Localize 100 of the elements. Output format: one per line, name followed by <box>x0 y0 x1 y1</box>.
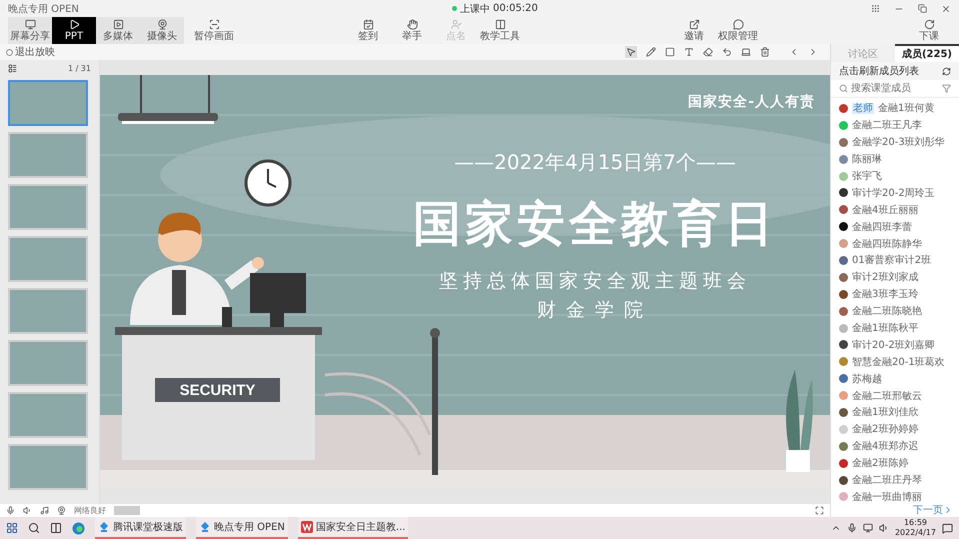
member-name[interactable]: 金融四班李蕾 <box>852 220 912 234</box>
toolbar-tab[interactable]: 摄像头 <box>140 17 184 44</box>
speech-bubble-icon <box>732 19 744 30</box>
slide-title: 国家安全教育日 <box>413 195 777 254</box>
close-icon[interactable] <box>941 4 951 14</box>
document-icon <box>300 521 313 533</box>
toolbar-tab[interactable]: 多媒体 <box>96 17 140 44</box>
member-name[interactable]: 金融二班庄丹琴 <box>852 473 922 488</box>
member-name[interactable]: 金融1班何黄 <box>878 101 934 116</box>
pen-tool-icon[interactable] <box>646 47 656 57</box>
toolbar-tab[interactable]: PPT <box>52 17 96 44</box>
undo-icon[interactable] <box>722 47 732 57</box>
music-icon[interactable] <box>40 506 49 515</box>
member-name[interactable]: 金融4班丘丽丽 <box>852 202 918 217</box>
slide-thumbnail[interactable] <box>8 288 88 334</box>
filter-icon[interactable] <box>942 84 951 93</box>
play-icon <box>112 19 124 30</box>
slide-thumbnail[interactable] <box>8 340 88 386</box>
member-name[interactable]: 金融二班陈晓艳 <box>852 304 922 318</box>
toolbar-button[interactable]: 教学工具 <box>478 17 522 44</box>
rectangle-tool-icon[interactable] <box>665 47 675 57</box>
user-check-icon <box>450 19 462 30</box>
task-view-icon[interactable] <box>50 522 62 534</box>
member-name[interactable]: 苏梅越 <box>852 372 882 386</box>
slide-thumbnail[interactable] <box>8 132 88 178</box>
share-icon <box>688 19 700 30</box>
member-name[interactable]: 金融1班陈秋平 <box>852 321 918 336</box>
slide-thumbnail[interactable] <box>8 80 88 126</box>
member-name[interactable]: 审计学20-2周玲玉 <box>852 186 935 200</box>
pause-button[interactable]: 暂停画面 <box>192 17 236 44</box>
class-status: 上课中 <box>460 2 490 16</box>
member-name[interactable]: 金融学20-3班刘彤华 <box>852 135 945 150</box>
member-name[interactable]: 金融3班李玉玲 <box>852 287 918 302</box>
member-name[interactable]: 陈丽琳 <box>852 152 882 166</box>
trash-icon[interactable] <box>760 47 770 57</box>
member-name[interactable]: 金融2班孙婷婷 <box>852 422 918 436</box>
frame-icon <box>208 19 220 30</box>
taskbar-clock[interactable]: 16:59 2022/4/17 <box>894 518 936 538</box>
taskbar-app[interactable]: 国家安全日主题教... <box>298 517 408 539</box>
refresh-hint: 点击刷新成员列表 <box>839 64 919 78</box>
taskbar-app[interactable]: 晚点专用 OPEN <box>196 517 288 539</box>
class-timer: 00:05:20 <box>492 3 538 14</box>
toolbar-tab[interactable]: 屏幕分享 <box>8 17 52 44</box>
slide-thumbnail[interactable] <box>8 444 88 490</box>
webcam-icon[interactable] <box>57 506 66 515</box>
slide-subtitle: 坚持总体国家安全观主题班会 <box>439 269 751 294</box>
circle-icon <box>6 48 13 56</box>
text-tool-icon[interactable] <box>684 47 694 57</box>
network-meter <box>114 506 140 515</box>
member-name[interactable]: 审计2班刘家成 <box>852 270 918 284</box>
speaker-icon[interactable] <box>878 523 889 533</box>
member-name[interactable]: 金融一班曲博丽 <box>852 490 922 503</box>
member-name[interactable]: 金融四班陈静华 <box>852 236 922 251</box>
toolbar-button[interactable]: 签到 <box>346 17 390 44</box>
member-name[interactable]: 金融二班邢敏云 <box>852 388 922 403</box>
microphone-icon[interactable] <box>6 506 15 515</box>
laptop-icon[interactable] <box>741 47 751 57</box>
network-status: 网络良好 <box>74 505 106 516</box>
eraser-tool-icon[interactable] <box>703 47 713 57</box>
slide-counter: 1 / 31 <box>68 64 91 72</box>
speaker-icon[interactable] <box>23 506 32 515</box>
member-name[interactable]: 金融4班郑亦迟 <box>852 439 918 454</box>
toolbar-button[interactable]: 权限管理 <box>716 17 760 44</box>
list-icon[interactable] <box>8 64 17 72</box>
browser-icon[interactable] <box>72 522 85 534</box>
grid-icon[interactable] <box>871 4 880 13</box>
member-name[interactable]: 01審普察审计2班 <box>852 253 932 268</box>
toolbar-button[interactable]: 邀请 <box>672 17 716 44</box>
exit-slideshow-button[interactable]: 退出放映 <box>6 45 55 59</box>
webcam-icon <box>156 19 168 30</box>
search-icon <box>839 84 848 93</box>
slide-thumbnail[interactable] <box>8 236 88 282</box>
pointer-tool-icon[interactable] <box>625 46 637 58</box>
microphone-icon[interactable] <box>846 523 857 533</box>
member-name[interactable]: 金融1班刘佳欣 <box>852 405 918 420</box>
member-name[interactable]: 金融二班王凡李 <box>852 118 922 132</box>
end-class-button[interactable]: 下课 <box>907 17 951 44</box>
member-name[interactable]: 金融2班陈婷 <box>852 456 908 470</box>
windows-start-icon[interactable] <box>6 522 18 534</box>
taskbar-app[interactable]: 腾讯课堂极速版 <box>95 517 186 539</box>
slide-date: ——2022年4月15日第7个—— <box>454 149 736 176</box>
member-name[interactable]: 张宇飞 <box>852 169 882 183</box>
next-page-link[interactable]: 下一页 <box>913 503 953 517</box>
restore-icon[interactable] <box>918 4 927 13</box>
refresh-icon[interactable] <box>942 66 951 76</box>
member-search-field[interactable]: 搜索课堂成员 <box>851 83 939 94</box>
slide-organizer: 财金学院 <box>537 298 653 323</box>
member-name[interactable]: 审计20-2班刘嘉卿 <box>852 338 935 352</box>
notification-icon[interactable] <box>942 522 953 534</box>
member-name[interactable]: 智慧金融20-1班葛欢 <box>852 354 945 369</box>
window-title: 晚点专用 OPEN <box>8 2 79 16</box>
slide-thumbnail[interactable] <box>8 184 88 230</box>
search-icon[interactable] <box>28 522 40 534</box>
fullscreen-icon[interactable] <box>815 506 824 515</box>
toolbar-button[interactable]: 举手 <box>390 17 434 44</box>
hand-icon <box>406 19 418 30</box>
slide-thumbnail[interactable] <box>8 392 88 438</box>
role-badge: 老师 <box>852 102 874 114</box>
panel-tab[interactable]: 成员(225) <box>895 44 959 62</box>
play-icon <box>68 19 80 30</box>
